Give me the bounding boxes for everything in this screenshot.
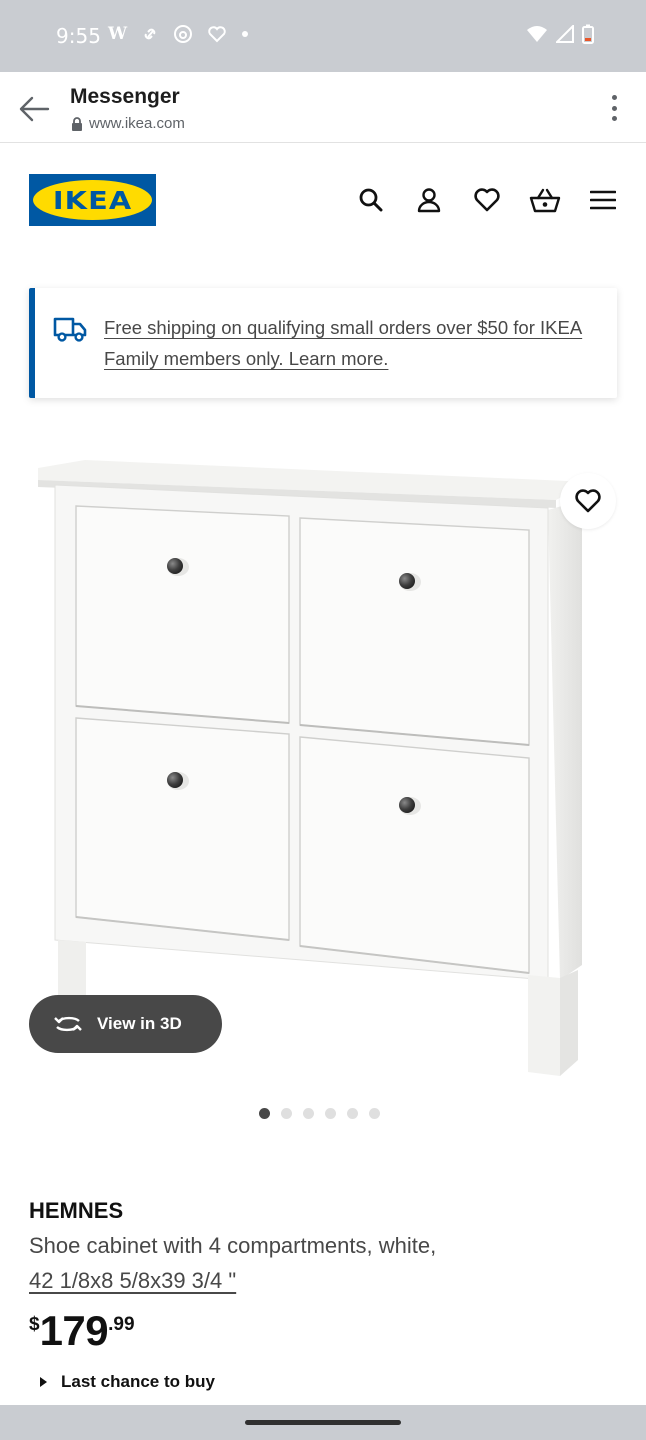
knob [167, 558, 189, 576]
carousel-dot-6[interactable] [369, 1108, 380, 1119]
product-image[interactable] [0, 440, 646, 1090]
status-time: 9:55 [56, 24, 101, 48]
signal-icon [556, 25, 574, 43]
system-icons [526, 24, 594, 44]
carousel-dot-4[interactable] [325, 1108, 336, 1119]
product-price: $ 179 .99 [29, 1308, 135, 1354]
header-icons [351, 178, 623, 222]
url-row: www.ikea.com [71, 115, 185, 132]
rotate-3d-icon [54, 1016, 82, 1032]
price-decimal: .99 [108, 1314, 135, 1335]
knob [167, 772, 189, 790]
search-button[interactable] [351, 178, 391, 222]
price-currency: $ [29, 1314, 40, 1335]
add-to-favourites-button[interactable] [560, 473, 616, 529]
ikea-logo[interactable]: IKEA [29, 174, 156, 226]
availability-toggle[interactable]: Last chance to buy [40, 1372, 215, 1392]
knob [399, 573, 421, 591]
arrow-left-icon [19, 96, 50, 122]
wifi-icon [527, 26, 547, 42]
status-bar: 9:55 W [0, 0, 646, 72]
image-carousel-dots [259, 1108, 380, 1119]
carousel-dot-1[interactable] [259, 1108, 270, 1119]
heart-icon [575, 489, 601, 513]
threads-icon [174, 25, 193, 43]
logo-text: IKEA [52, 185, 133, 215]
heart-icon [474, 188, 500, 212]
custom-tab-bar: Messenger www.ikea.com [0, 72, 646, 143]
delivery-truck-icon [53, 317, 87, 342]
basket-icon [529, 188, 561, 213]
search-icon [359, 188, 383, 212]
favourites-button[interactable] [467, 178, 507, 222]
view-in-3d-button[interactable]: View in 3D [29, 995, 222, 1053]
product-description: Shoe cabinet with 4 compartments, white, [29, 1233, 437, 1258]
carousel-dot-2[interactable] [281, 1108, 292, 1119]
account-icon [417, 188, 441, 213]
more-options-button[interactable] [604, 92, 624, 124]
system-nav-bar [0, 1405, 646, 1440]
shipping-banner[interactable]: Free shipping on qualifying small orders… [29, 288, 617, 398]
carousel-dot-3[interactable] [303, 1108, 314, 1119]
lock-icon [72, 116, 82, 131]
home-gesture-handle[interactable] [245, 1420, 401, 1425]
view-in-3d-label: View in 3D [97, 1014, 182, 1033]
notification-icons: W [108, 24, 249, 44]
product-dimensions-link[interactable]: 42 1/8x8 5/8x39 3/4 " [29, 1268, 236, 1294]
menu-button[interactable] [583, 178, 623, 222]
account-button[interactable] [409, 178, 449, 222]
availability-label: Last chance to buy [61, 1372, 215, 1391]
basket-button[interactable] [525, 178, 565, 222]
back-button[interactable] [14, 89, 54, 129]
product-name: HEMNES [29, 1198, 124, 1223]
url-text: www.ikea.com [89, 115, 185, 132]
knob [399, 797, 421, 815]
shipping-message-link[interactable]: Free shipping on qualifying small orders… [104, 312, 612, 374]
carousel-dot-5[interactable] [347, 1108, 358, 1119]
link-icon [144, 28, 156, 40]
w-icon: W [108, 24, 128, 44]
heart-outline-icon [208, 26, 226, 43]
dot-icon [242, 31, 249, 37]
tab-title: Messenger [70, 85, 180, 108]
caret-right-icon [40, 1377, 47, 1387]
hamburger-menu-icon [590, 190, 616, 210]
battery-low-icon [582, 24, 594, 44]
price-integer: 179 [39, 1307, 109, 1354]
